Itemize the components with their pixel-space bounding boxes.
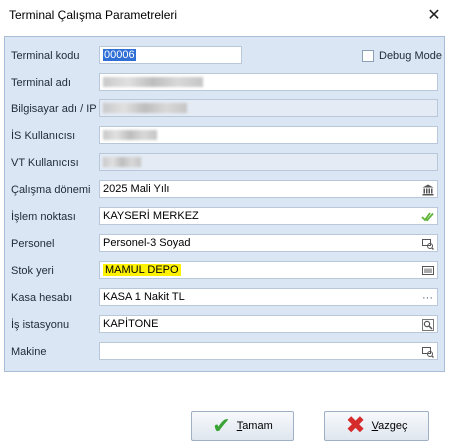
- stock-location-field[interactable]: MAMUL DEPO: [99, 261, 438, 279]
- terminal-code-value: 00006: [103, 49, 136, 61]
- lookup-icon[interactable]: [421, 237, 434, 250]
- ok-button-label: Tamam: [236, 420, 273, 432]
- machine-field[interactable]: [99, 342, 438, 360]
- operation-point-label: İşlem noktası: [11, 211, 76, 223]
- warehouse-icon[interactable]: [421, 264, 434, 277]
- db-user-field: [99, 153, 438, 171]
- terminal-name-field[interactable]: [99, 73, 438, 91]
- work-period-field[interactable]: 2025 Mali Yılı: [99, 180, 438, 198]
- cancel-button-label: Vazgeç: [371, 420, 408, 432]
- search-icon[interactable]: [421, 318, 434, 331]
- debug-mode-label: Debug Mode: [379, 50, 442, 62]
- workstation-label: İş istasyonu: [11, 319, 70, 331]
- operation-point-field[interactable]: KAYSERİ MERKEZ: [99, 207, 438, 225]
- bank-icon[interactable]: [421, 183, 434, 196]
- computer-name-label: Bilgisayar adı / IP: [11, 103, 97, 115]
- personnel-value: Personel-3 Soyad: [103, 237, 191, 249]
- redacted-value: [103, 77, 203, 88]
- cash-account-field[interactable]: KASA 1 Nakit TL ···: [99, 288, 438, 306]
- os-user-field[interactable]: [99, 126, 438, 144]
- personnel-label: Personel: [11, 238, 55, 250]
- work-period-label: Çalışma dönemi: [11, 184, 91, 196]
- debug-mode-toggle[interactable]: Debug Mode: [362, 50, 442, 62]
- redacted-value: [103, 157, 141, 168]
- window-title: Terminal Çalışma Parametreleri: [9, 8, 178, 22]
- terminal-name-label: Terminal adı: [11, 77, 71, 89]
- ok-button[interactable]: ✔ Tamam: [191, 411, 294, 441]
- close-button[interactable]: ✕: [423, 4, 445, 26]
- cash-account-label: Kasa hesabı: [11, 292, 73, 304]
- form-panel: Terminal kodu 00006 Debug Mode Terminal …: [4, 36, 445, 372]
- double-check-icon[interactable]: [421, 210, 434, 223]
- redacted-value: [103, 103, 187, 114]
- operation-point-value: KAYSERİ MERKEZ: [103, 210, 199, 222]
- cash-account-value: KASA 1 Nakit TL: [103, 291, 185, 303]
- redacted-value: [103, 130, 157, 141]
- personnel-field[interactable]: Personel-3 Soyad: [99, 234, 438, 252]
- checkmark-icon: ✔: [212, 413, 231, 438]
- os-user-label: İS Kullanıcısı: [11, 130, 76, 142]
- stock-location-label: Stok yeri: [11, 265, 54, 277]
- workstation-value: KAPİTONE: [103, 318, 159, 330]
- machine-label: Makine: [11, 346, 47, 358]
- work-period-value: 2025 Mali Yılı: [103, 183, 170, 195]
- stock-location-value: MAMUL DEPO: [103, 264, 181, 276]
- workstation-field[interactable]: KAPİTONE: [99, 315, 438, 333]
- computer-name-field: [99, 99, 438, 117]
- cancel-x-icon: ✖: [345, 412, 366, 439]
- db-user-label: VT Kullanıcısı: [11, 157, 79, 169]
- terminal-code-label: Terminal kodu: [11, 50, 80, 62]
- lookup-icon[interactable]: [421, 345, 434, 358]
- title-bar: Terminal Çalışma Parametreleri ✕: [0, 0, 451, 30]
- terminal-code-field[interactable]: 00006: [99, 46, 242, 64]
- debug-mode-checkbox[interactable]: [362, 50, 374, 62]
- ellipsis-icon[interactable]: ···: [421, 291, 434, 304]
- cancel-button[interactable]: ✖ Vazgeç: [324, 411, 429, 441]
